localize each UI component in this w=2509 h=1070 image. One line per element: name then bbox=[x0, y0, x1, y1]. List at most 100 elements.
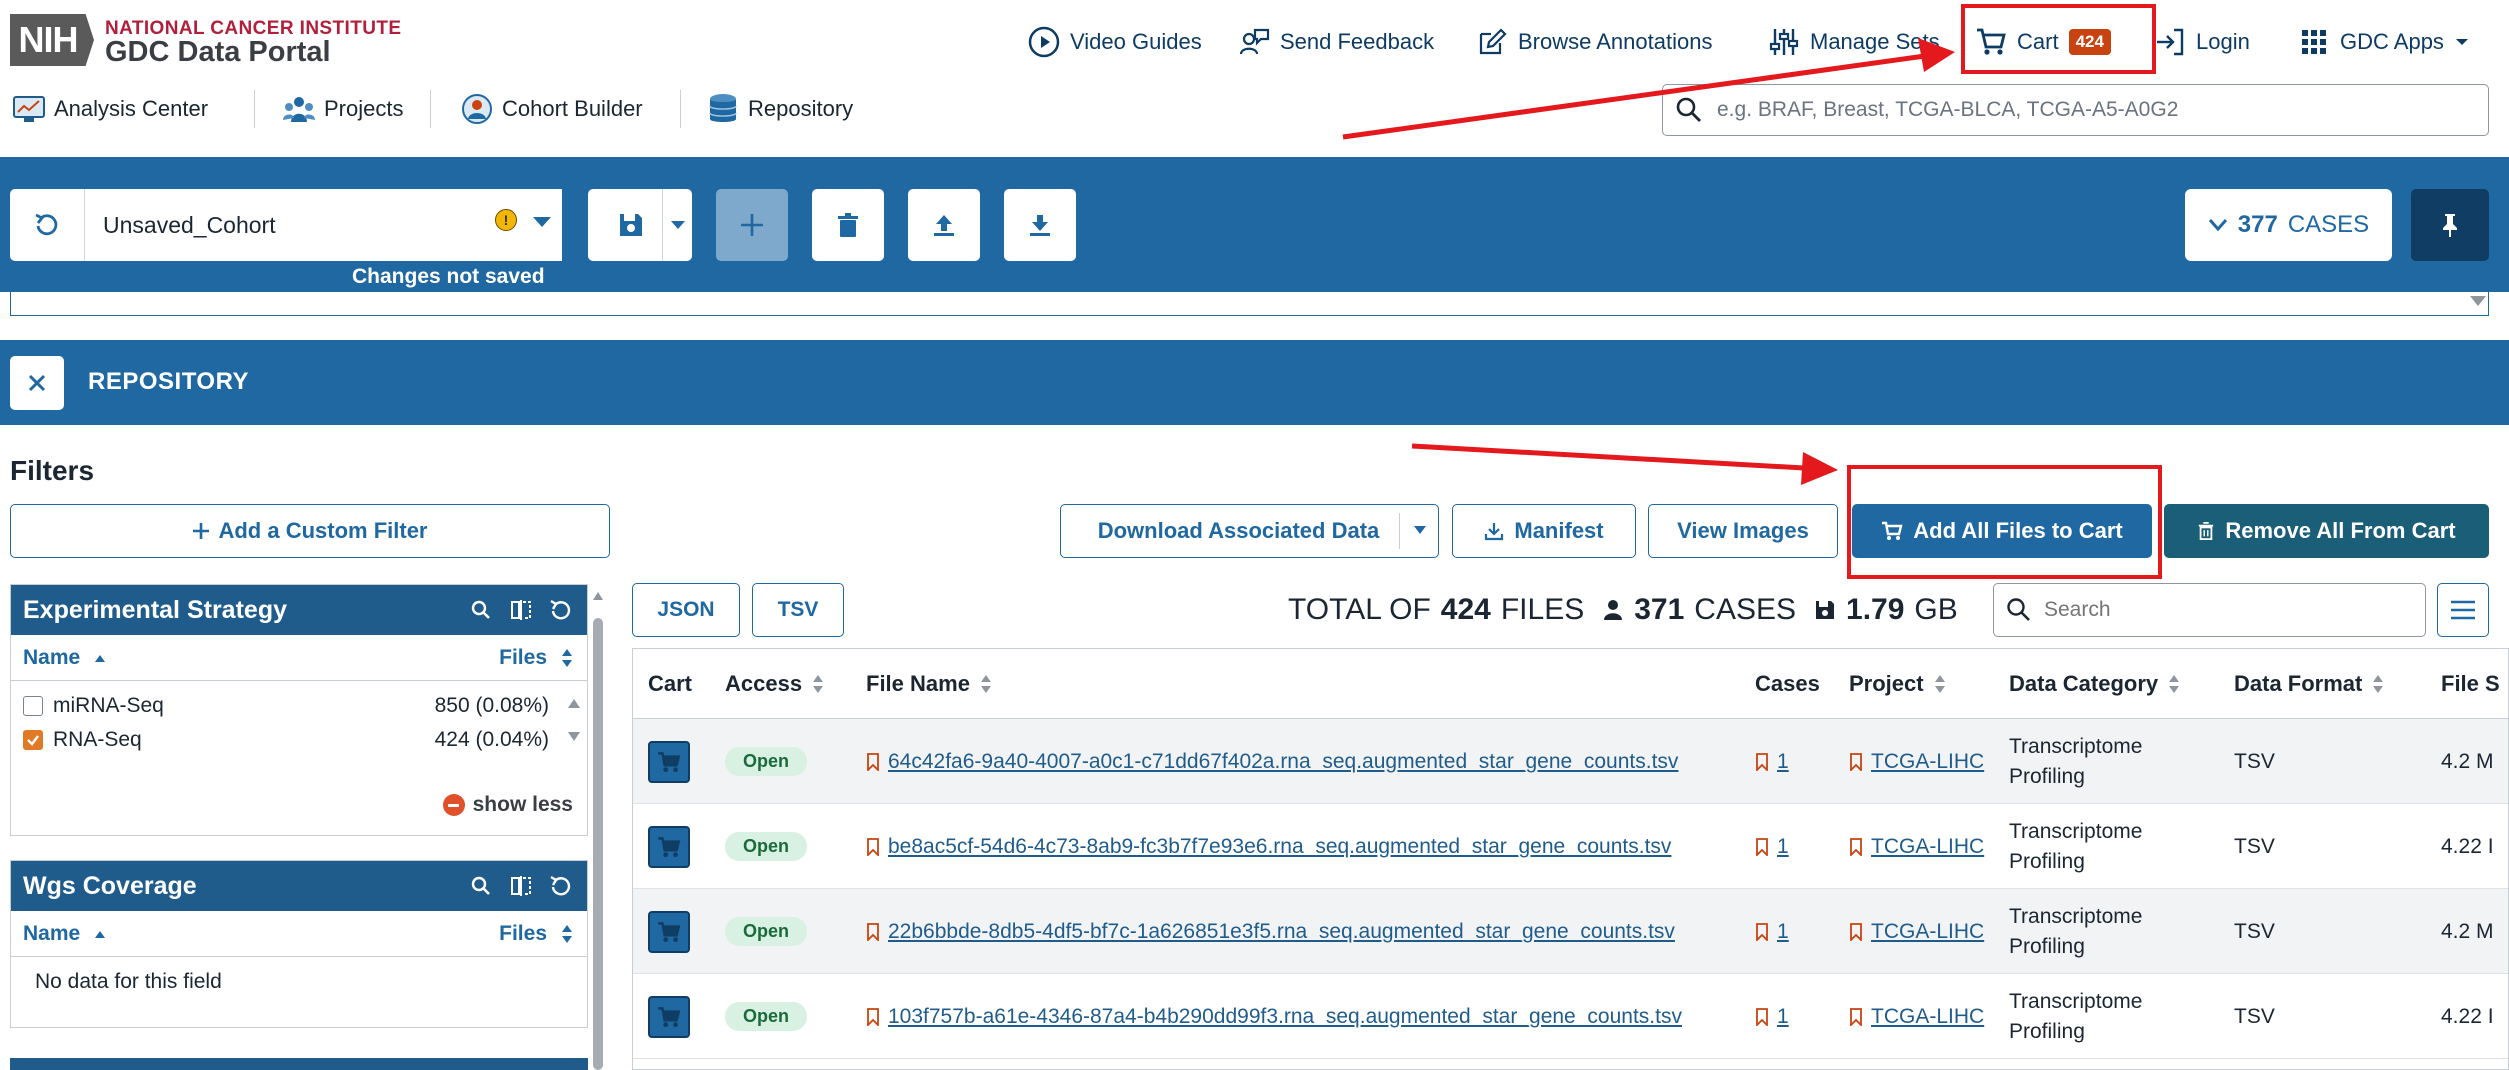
empty-facet-message: No data for this field bbox=[35, 970, 222, 993]
table-row: Open 64c42fa6-9a40-4007-a0c1-c71dd67f402… bbox=[633, 719, 2508, 804]
sort-icon bbox=[812, 673, 824, 695]
json-export-button[interactable]: JSON bbox=[632, 583, 740, 637]
download-associated-data-button[interactable]: Download Associated Data bbox=[1060, 504, 1439, 558]
gdc-apps-label: GDC Apps bbox=[2340, 29, 2444, 54]
sort-icon bbox=[1934, 673, 1946, 695]
checkbox-checked[interactable] bbox=[23, 730, 43, 750]
repository-title: REPOSITORY bbox=[88, 368, 250, 395]
search-icon[interactable] bbox=[469, 598, 493, 622]
column-header-data-category[interactable]: Data Category bbox=[2009, 649, 2180, 719]
gdc-apps-menu[interactable]: GDC Apps bbox=[2298, 24, 2470, 60]
file-name-link[interactable]: 22b6bbde-8db5-4df5-bf7c-1a626851e3f5.rna… bbox=[866, 920, 1675, 944]
apps-grid-icon bbox=[2298, 26, 2330, 58]
facet-scroll-down[interactable] bbox=[567, 731, 581, 743]
column-header-file-size[interactable]: File S bbox=[2441, 649, 2500, 719]
column-header-data-format[interactable]: Data Format bbox=[2234, 649, 2384, 719]
project-link[interactable]: TCGA-LIHC bbox=[1849, 835, 1984, 859]
chevron-down-icon[interactable] bbox=[670, 219, 686, 231]
cases-count-button[interactable]: 377 CASES bbox=[2185, 189, 2392, 261]
cases-label: CASES bbox=[1694, 593, 1797, 626]
column-menu-button[interactable] bbox=[2437, 583, 2489, 637]
column-header-project[interactable]: Project bbox=[1849, 649, 1946, 719]
flip-icon[interactable] bbox=[509, 598, 533, 622]
file-name-link[interactable]: 64c42fa6-9a40-4007-a0c1-c71dd67f402a.rna… bbox=[866, 750, 1678, 774]
quick-search-box[interactable] bbox=[1662, 84, 2489, 136]
delete-cohort-button[interactable] bbox=[812, 189, 884, 261]
cases-link[interactable]: 1 bbox=[1755, 1005, 1789, 1029]
view-images-button[interactable]: View Images bbox=[1648, 504, 1838, 558]
cases-link[interactable]: 1 bbox=[1755, 920, 1789, 944]
project-link[interactable]: TCGA-LIHC bbox=[1849, 1005, 1984, 1029]
chevron-down-icon[interactable] bbox=[1413, 525, 1427, 535]
nav-analysis-center[interactable]: Analysis Center bbox=[12, 90, 208, 128]
remove-all-from-cart-button[interactable]: Remove All From Cart bbox=[2164, 504, 2489, 558]
add-custom-filter-button[interactable]: Add a Custom Filter bbox=[10, 504, 610, 558]
reset-icon[interactable] bbox=[549, 598, 573, 622]
sort-icon bbox=[2372, 673, 2384, 695]
facet-column-header: Name Files bbox=[11, 911, 587, 957]
caret-down-icon[interactable] bbox=[532, 215, 552, 229]
reset-icon[interactable] bbox=[549, 874, 573, 898]
add-to-cart-button[interactable] bbox=[648, 740, 690, 783]
save-cohort-button[interactable] bbox=[588, 189, 692, 261]
sort-by-files[interactable]: Files bbox=[499, 646, 573, 670]
database-icon bbox=[706, 92, 740, 126]
sort-by-name[interactable]: Name bbox=[23, 646, 106, 670]
cohort-selector[interactable]: Unsaved_Cohort bbox=[84, 189, 562, 261]
view-images-label: View Images bbox=[1677, 518, 1809, 543]
add-to-cart-button[interactable] bbox=[648, 825, 690, 868]
manage-sets-link[interactable]: Manage Sets bbox=[1768, 24, 1940, 60]
table-row: Open be8ac5cf-54d6-4c73-8ab9-fc3b7f7e93e… bbox=[633, 804, 2508, 889]
file-name-link[interactable]: 103f757b-a61e-4346-87a4-b4b290dd99f3.rna… bbox=[866, 1005, 1682, 1029]
new-cohort-button[interactable] bbox=[716, 189, 788, 261]
discard-changes-button[interactable] bbox=[10, 189, 84, 261]
sort-by-name[interactable]: Name bbox=[23, 922, 106, 946]
caret-down-icon[interactable] bbox=[2469, 295, 2487, 307]
facet-option-row[interactable]: RNA-Seq 424 (0.04%) bbox=[11, 723, 587, 757]
project-link[interactable]: TCGA-LIHC bbox=[1849, 920, 1984, 944]
bookmark-icon bbox=[1755, 922, 1769, 941]
login-icon bbox=[2154, 26, 2186, 58]
pin-button[interactable] bbox=[2411, 189, 2489, 261]
cases-label: CASES bbox=[2287, 211, 2370, 238]
nav-repository[interactable]: Repository bbox=[706, 90, 853, 128]
table-search-input[interactable] bbox=[2044, 598, 2414, 622]
show-less-button[interactable]: show less bbox=[442, 793, 573, 817]
total-cases: 371 bbox=[1634, 593, 1685, 626]
tsv-export-button[interactable]: TSV bbox=[752, 583, 844, 637]
annotation-box-cart bbox=[1961, 4, 2156, 74]
flip-icon[interactable] bbox=[509, 874, 533, 898]
manifest-button[interactable]: Manifest bbox=[1452, 504, 1636, 558]
export-cohort-button[interactable] bbox=[1004, 189, 1076, 261]
close-repository-button[interactable] bbox=[10, 356, 64, 410]
facet-option-row[interactable]: miRNA-Seq 850 (0.08%) bbox=[11, 689, 587, 723]
send-feedback-link[interactable]: Send Feedback bbox=[1238, 24, 1434, 60]
browse-annotations-link[interactable]: Browse Annotations bbox=[1476, 24, 1712, 60]
table-row: Open 103f757b-a61e-4346-87a4-b4b290dd99f… bbox=[633, 974, 2508, 1059]
add-to-cart-button[interactable] bbox=[648, 995, 690, 1038]
quick-search-input[interactable] bbox=[1717, 98, 2457, 122]
facet-scroll-up[interactable] bbox=[567, 697, 581, 709]
nav-projects[interactable]: Projects bbox=[282, 90, 403, 128]
project-link[interactable]: TCGA-LIHC bbox=[1849, 750, 1984, 774]
nav-cohort-builder[interactable]: Cohort Builder bbox=[460, 90, 643, 128]
sort-by-files[interactable]: Files bbox=[499, 922, 573, 946]
cases-link[interactable]: 1 bbox=[1755, 750, 1789, 774]
file-name-link[interactable]: be8ac5cf-54d6-4c73-8ab9-fc3b7f7e93e6.rna… bbox=[866, 835, 1671, 859]
import-cohort-button[interactable] bbox=[908, 189, 980, 261]
column-header-file-name[interactable]: File Name bbox=[866, 649, 992, 719]
table-search-box[interactable] bbox=[1993, 583, 2426, 637]
checkbox[interactable] bbox=[23, 696, 43, 716]
nih-logo[interactable]: NIH bbox=[10, 14, 94, 66]
cohort-summary-collapsed bbox=[10, 292, 2489, 316]
show-less-label: show less bbox=[472, 793, 573, 816]
search-icon[interactable] bbox=[469, 874, 493, 898]
video-guides-link[interactable]: Video Guides bbox=[1028, 24, 1202, 60]
filters-scrollbar[interactable] bbox=[591, 588, 605, 1070]
portal-name[interactable]: GDC Data Portal bbox=[105, 36, 331, 69]
cases-cell: 1 bbox=[1755, 804, 1789, 889]
add-to-cart-button[interactable] bbox=[648, 910, 690, 953]
cases-link[interactable]: 1 bbox=[1755, 835, 1789, 859]
login-link[interactable]: Login bbox=[2154, 24, 2250, 60]
column-header-access[interactable]: Access bbox=[725, 649, 824, 719]
